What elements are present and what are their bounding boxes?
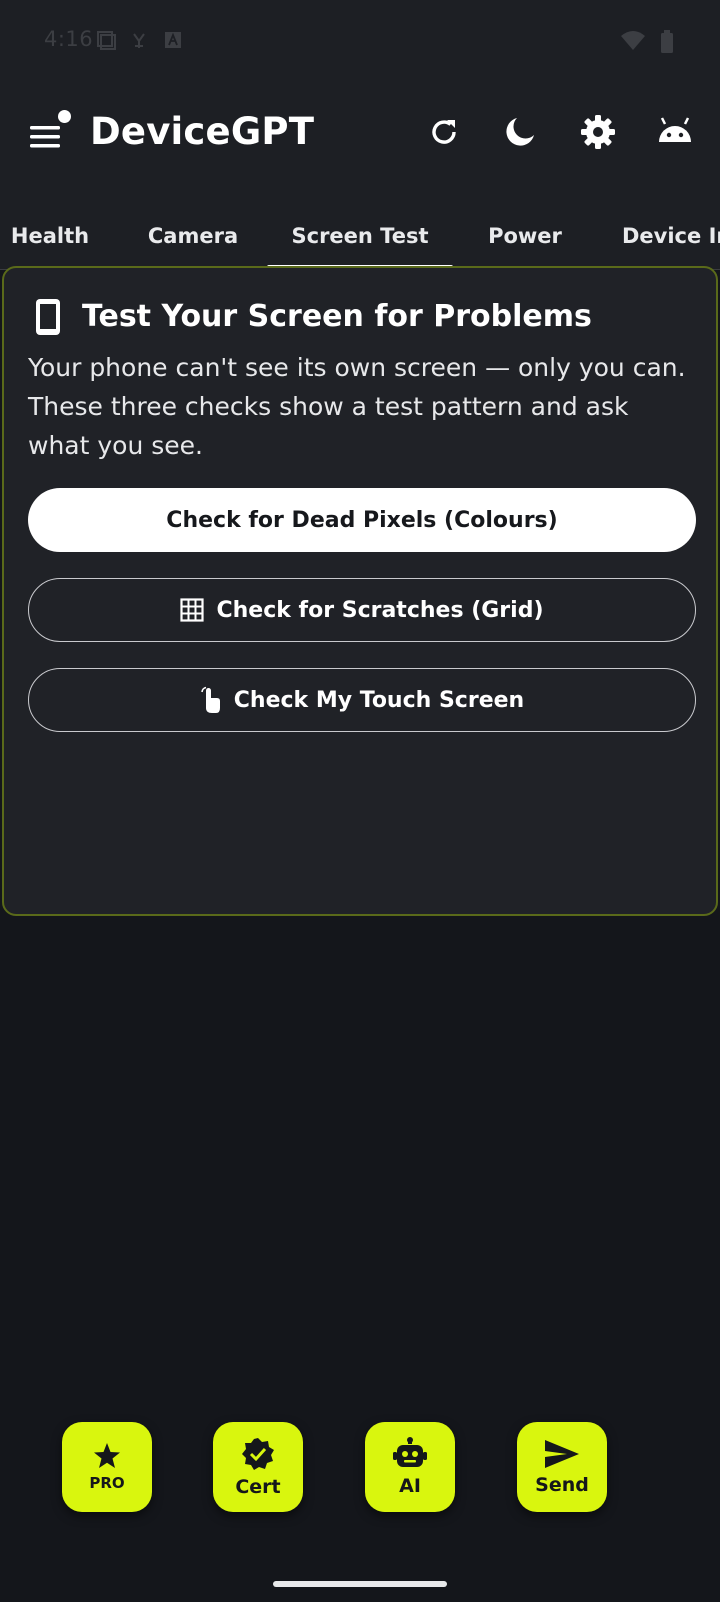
smartphone-icon [36,299,60,335]
fab-label: Send [535,1474,589,1496]
robot-icon [393,1437,427,1467]
app-screen: 4:16 DeviceGPT Health Camera Screen Test… [0,0,720,1602]
tab-label: Power [488,224,562,248]
fab-label: Cert [235,1476,281,1498]
ai-button[interactable]: AI [365,1422,455,1512]
tab-health[interactable]: Health [0,204,100,270]
check-dead-pixels-button[interactable]: Check for Dead Pixels (Colours) [28,488,696,552]
verified-badge-icon [242,1438,274,1470]
tab-device-info[interactable]: Device In [622,204,720,270]
send-icon [545,1440,579,1468]
screenshot-icon [97,31,116,50]
notification-dot [58,110,71,123]
star-icon [94,1443,120,1468]
tab-label: Device In [622,224,720,248]
refresh-icon[interactable] [426,114,462,150]
check-touch-screen-button[interactable]: Check My Touch Screen [28,668,696,732]
android-icon[interactable] [656,114,694,150]
tab-screen-test[interactable]: Screen Test [267,204,453,270]
screen-test-card: Test Your Screen for Problems Your phone… [2,266,718,916]
status-bar: 4:16 [0,0,720,86]
grid-icon [180,598,205,622]
settings-icon[interactable] [580,114,616,150]
tab-label: Camera [147,224,239,248]
tab-power[interactable]: Power [474,204,576,270]
dark-mode-icon[interactable] [502,114,538,150]
tab-label: Health [10,224,90,248]
app-title: DeviceGPT [90,110,315,153]
fab-label: PRO [89,1474,125,1492]
usb-debug-icon [133,33,145,48]
tab-camera[interactable]: Camera [130,204,256,270]
font-icon [165,32,181,48]
tab-bar: Health Camera Screen Test Power Device I… [0,204,720,270]
check-scratches-button[interactable]: Check for Scratches (Grid) [28,578,696,642]
status-time: 4:16 [44,27,94,51]
fab-label: AI [399,1475,421,1497]
app-bar: DeviceGPT Health Camera Screen Test Powe… [0,86,720,270]
tab-label: Screen Test [291,224,429,248]
cert-button[interactable]: Cert [213,1422,303,1512]
button-label: Check My Touch Screen [233,687,525,713]
pro-button[interactable]: PRO [62,1422,152,1512]
button-label: Check for Dead Pixels (Colours) [166,507,558,533]
touch-icon [200,686,220,713]
wifi-icon [621,31,645,50]
button-label: Check for Scratches (Grid) [216,597,544,623]
card-description: Your phone can't see its own screen — on… [28,353,686,460]
send-button[interactable]: Send [517,1422,607,1512]
home-indicator[interactable] [273,1581,447,1587]
battery-icon [661,30,673,53]
card-title: Test Your Screen for Problems [82,299,592,334]
hamburger-menu-icon[interactable] [28,116,76,164]
